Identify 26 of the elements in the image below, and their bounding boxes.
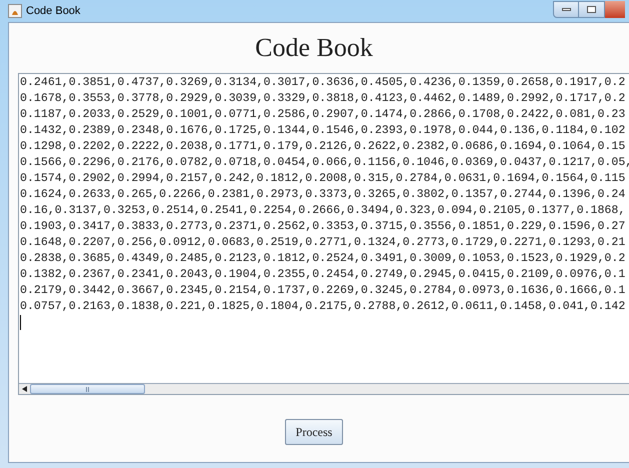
text-line: 0.1678,0.3553,0.3778,0.2929,0.3039,0.3329,0.3818,0.4123,0.4462,0.1489,0.2992,0.1717,0.2	[20, 91, 626, 107]
text-line: 0.1382,0.2367,0.2341,0.2043,0.1904,0.2355,0.2454,0.2749,0.2945,0.0415,0.2109,0.0976,0.1	[20, 267, 626, 283]
heading: Code Book	[254, 32, 374, 64]
text-line: 0.2179,0.3442,0.3667,0.2345,0.2154,0.1737,0.2269,0.3245,0.2784,0.0973,0.1636,0.1666,0.1	[20, 283, 626, 299]
text-cursor	[20, 315, 21, 330]
text-line: 0.16,0.3137,0.3253,0.2514,0.2541,0.2254,0.2666,0.3494,0.323,0.094,0.2105,0.1377,0.1868,	[20, 203, 626, 219]
close-button[interactable]	[605, 0, 625, 18]
text-line: 0.1648,0.2207,0.256,0.0912,0.0683,0.2519,0.2771,0.1324,0.2773,0.1729,0.2271,0.1293,0.21	[20, 235, 626, 251]
minimize-button[interactable]	[553, 0, 579, 18]
process-button[interactable]: Process	[285, 419, 343, 445]
maximize-button[interactable]	[579, 0, 605, 18]
app-icon	[8, 4, 22, 18]
text-area[interactable]	[18, 73, 629, 395]
text-line: 0.1903,0.3417,0.3833,0.2773,0.2371,0.2562,0.3353,0.3715,0.3556,0.1851,0.229,0.1596,0.27	[20, 219, 626, 235]
text-line: 0.0757,0.2163,0.1838,0.221,0.1825,0.1804,0.2175,0.2788,0.2612,0.0611,0.1458,0.041,0.142	[20, 299, 626, 315]
text-line: 0.2838,0.3685,0.4349,0.2485,0.2123,0.1812,0.2524,0.3491,0.3009,0.1053,0.1523,0.1929,0.2	[20, 251, 626, 267]
text-line: 0.2461,0.3851,0.4737,0.3269,0.3134,0.3017,0.3636,0.4505,0.4236,0.1359,0.2658,0.1917,0.2	[20, 75, 626, 91]
text-line: 0.1432,0.2389,0.2348,0.1676,0.1725,0.1344,0.1546,0.2393,0.1978,0.044,0.136,0.1184,0.102	[20, 123, 626, 139]
text-line: 0.1187,0.2033,0.2529,0.1001,0.0771,0.2586,0.2907,0.1474,0.2866,0.1708,0.2422,0.081,0.23	[20, 107, 626, 123]
horizontal-scrollbar[interactable]	[19, 383, 629, 394]
window-title: Code Book	[26, 4, 80, 19]
text-line: 0.1298,0.2202,0.2222,0.2038,0.1771,0.179,0.2126,0.2622,0.2382,0.0686,0.1694,0.1064,0.15	[20, 139, 626, 155]
text-line: 0.1566,0.2296,0.2176,0.0782,0.0718,0.0454,0.066,0.1156,0.1046,0.0369,0.0437,0.1217,0.05,	[20, 155, 629, 171]
scrollbar-thumb[interactable]	[30, 384, 145, 394]
text-line: 0.1574,0.2902,0.2994,0.2157,0.242,0.1812,0.2008,0.315,0.2784,0.0631,0.1694,0.1564,0.115	[20, 171, 626, 187]
text-line: 0.1624,0.2633,0.265,0.2266,0.2381,0.2973,0.3373,0.3265,0.3802,0.1357,0.2744,0.1396,0.24	[20, 187, 626, 203]
